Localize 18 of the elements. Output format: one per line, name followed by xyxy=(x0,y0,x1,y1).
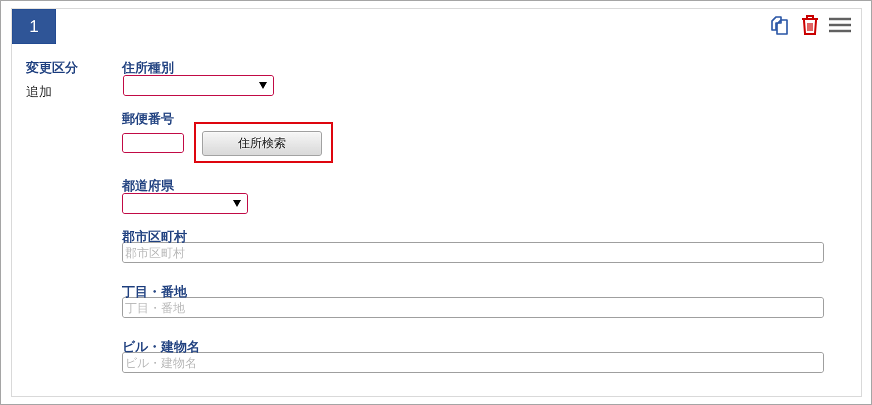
field-label: 住所種別 xyxy=(122,60,175,77)
address-search-button[interactable]: 住所検索 xyxy=(202,131,322,156)
postal-code-field[interactable] xyxy=(122,132,184,152)
field-label: 都道府県 xyxy=(122,178,175,195)
dropdown-arrow-icon xyxy=(233,200,241,207)
dropdown[interactable] xyxy=(123,75,274,96)
menu-icon[interactable] xyxy=(829,17,851,33)
trash-icon[interactable] xyxy=(800,14,820,36)
copy-icon[interactable] xyxy=(769,14,791,36)
input-field[interactable]: 郡市区町村 xyxy=(122,242,824,263)
input-field[interactable]: ビル・建物名 xyxy=(122,352,824,373)
field-label: 変更区分 xyxy=(26,60,79,77)
card-number: 1 xyxy=(12,9,56,44)
field-label: 郵便番号 xyxy=(122,111,175,128)
dropdown[interactable] xyxy=(122,193,248,214)
input-field[interactable]: 丁目・番地 xyxy=(122,297,824,318)
field-value: 追加 xyxy=(26,84,53,101)
dropdown-arrow-icon xyxy=(259,82,267,89)
